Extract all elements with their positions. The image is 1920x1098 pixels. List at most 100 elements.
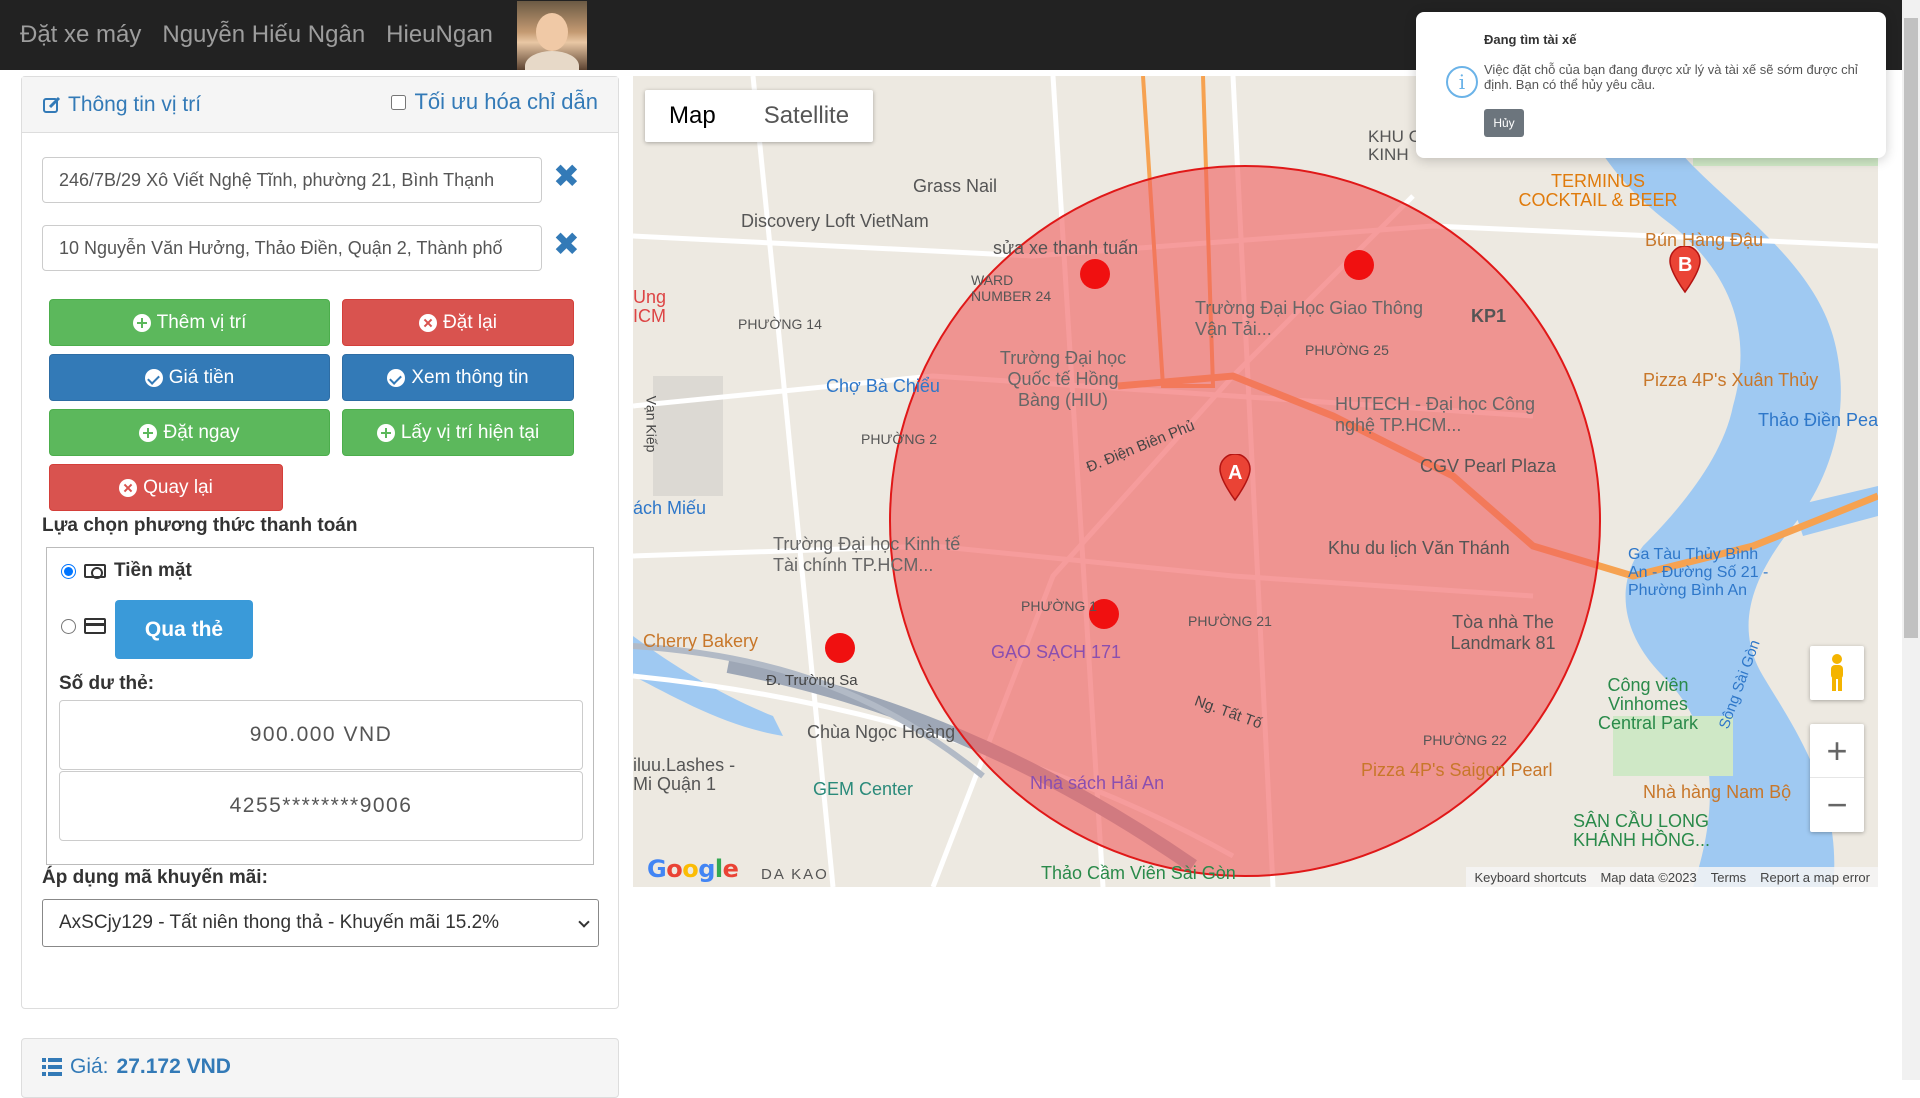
map-type-control: Map Satellite [645,90,874,142]
price-label-text: Giá: [70,1055,109,1078]
view-info-button[interactable]: Xem thông tin [342,354,574,401]
poi-pizza-saigon-pearl[interactable]: Pizza 4P's Saigon Pearl [1361,760,1553,781]
back-button[interactable]: Quay lại [49,464,283,511]
optimize-route-toggle[interactable]: Tối ưu hóa chỉ dẫn [391,89,598,115]
card-payment-button[interactable]: Qua thẻ [115,600,253,659]
poi-sua-xe[interactable]: sửa xe thanh tuấn [993,238,1138,259]
poi-ga-tau-binh-an[interactable]: Ga Tàu Thủy Bình An - Đường Số 21 - Phườ… [1628,546,1778,600]
plus-circle-icon [376,423,395,442]
brand-link[interactable]: Đặt xe máy [20,21,141,49]
poi-landmark[interactable]: Tòa nhà The Landmark 81 [1433,612,1573,654]
poi-thao-cam-vien[interactable]: Thảo Cầm Viên Sài Gòn [1041,863,1236,884]
map-footer: Keyboard shortcuts Map data ©2023 Terms … [1466,867,1878,887]
check-circle-icon [144,368,163,387]
view-info-label: Xem thông tin [411,366,529,388]
card-radio[interactable] [61,618,76,634]
price-value: 27.172 VND [116,1055,231,1078]
poi-discovery-loft[interactable]: Discovery Loft VietNam [741,211,929,232]
check-circle-icon [387,368,406,387]
add-location-button[interactable]: Thêm vị trí [49,299,330,346]
poi-terminus[interactable]: TERMINUS COCKTAIL & BEER [1513,172,1683,210]
poi-cherry-bakery[interactable]: Cherry Bakery [643,631,758,652]
poi-lach-mieu[interactable]: ách Miếu [633,498,706,519]
poi-thao-dien[interactable]: Thảo Điền Pea [1758,410,1878,431]
finding-driver-notification: i Đang tìm tài xế Việc đặt chỗ của bạn đ… [1416,12,1886,158]
current-location-button[interactable]: Lấy vị trí hiện tại [342,409,574,456]
poi-hutech[interactable]: HUTECH - Đại học Công nghệ TP.HCM... [1335,394,1575,436]
cash-option[interactable]: Tiền mặt [61,560,192,582]
scrollbar-thumb[interactable] [1904,18,1918,638]
area-phuong14: PHƯỜNG 14 [738,316,822,332]
notification-title: Đang tìm tài xế [1484,32,1577,47]
list-icon [42,1058,62,1076]
cash-radio[interactable] [61,563,76,579]
poi-cho-ba-chieu[interactable]: Chợ Bà Chiểu [826,376,940,397]
zoom-out-button[interactable]: − [1810,778,1864,832]
poi-cgv[interactable]: CGV Pearl Plaza [1420,456,1556,477]
optimize-route-checkbox[interactable] [391,94,407,110]
card-balance-value: 900.000 VND [59,700,583,770]
poi-nha-sach-hai-an[interactable]: Nhà sách Hải An [1030,773,1164,794]
keyboard-shortcuts-link[interactable]: Keyboard shortcuts [1474,870,1586,885]
area-phuong22: PHƯỜNG 22 [1423,732,1507,748]
location-panel-title-text: Thông tin vị trí [68,92,202,116]
poi-hiu[interactable]: Trường Đại học Quốc tế Hồng Bàng (HIU) [993,348,1133,411]
report-error-link[interactable]: Report a map error [1760,870,1870,885]
map-view[interactable]: A B Grass Nail Discovery Loft VietNam sử… [633,76,1878,887]
cancel-request-button[interactable]: Hủy [1484,109,1524,137]
reset-button[interactable]: Đặt lại [342,299,574,346]
location-panel-heading: Thông tin vị trí Tối ưu hóa chỉ dẫn [22,77,618,133]
zoom-in-button[interactable]: + [1810,724,1864,778]
origin-row: ✖ [42,157,602,203]
area-ward24: WARD NUMBER 24 [971,272,1052,304]
user-name-link[interactable]: Nguyễn Hiếu Ngân [162,21,365,49]
book-now-label: Đặt ngay [163,421,240,443]
poi-gtvt[interactable]: Trường Đại Học Giao Thông Vận Tải... [1195,298,1435,340]
map-canvas [633,76,1878,887]
clear-origin-icon[interactable]: ✖ [553,160,581,192]
origin-address-input[interactable] [42,157,542,203]
poi-van-thanh[interactable]: Khu du lịch Văn Thánh [1328,538,1510,559]
username-link[interactable]: HieuNgan [386,21,493,49]
location-panel-title: Thông tin vị trí [42,93,201,117]
clear-destination-icon[interactable]: ✖ [553,228,581,260]
poi-ktc[interactable]: Trường Đại học Kinh tế Tài chính TP.HCM.… [773,534,973,576]
poi-bun-hang-dau[interactable]: Bún Hàng Đậu [1645,230,1763,251]
poi-chua-ngoc-hoang[interactable]: Chùa Ngọc Hoàng [807,722,955,743]
page-scrollbar[interactable] [1902,0,1920,1080]
price-label: Giá tiền [168,366,235,388]
poi-san-cau-long[interactable]: SÂN CẦU LONG KHÁNH HỒNG... [1573,812,1743,850]
map-type-satellite-button[interactable]: Satellite [740,90,873,142]
poi-nha-hang-nam-bo[interactable]: Nhà hàng Nam Bộ [1643,782,1791,803]
book-now-button[interactable]: Đặt ngay [49,409,330,456]
zoom-control: + − [1810,724,1864,832]
map-type-map-button[interactable]: Map [645,90,740,142]
poi-vinhomes-park[interactable]: Công viên Vinhomes Central Park [1593,676,1703,733]
location-panel: Thông tin vị trí Tối ưu hóa chỉ dẫn ✖ ✖ … [21,76,619,1009]
poi-gao-sach[interactable]: GẠO SẠCH 171 [991,642,1121,663]
avatar[interactable] [516,0,587,70]
poi-pizza-xuan-thuy[interactable]: Pizza 4P's Xuân Thủy [1643,370,1818,391]
edit-icon [43,96,61,113]
poi-lashes[interactable]: iluu.Lashes - Mi Quận 1 [633,756,743,794]
promo-selected-value: AxSCjy129 - Tất niên thong thả - Khuyến … [59,912,500,933]
poi-ung-icm[interactable]: Ung ICM [633,288,673,326]
price-button[interactable]: Giá tiền [49,354,330,401]
remove-circle-icon [419,313,438,332]
poi-grass-nail[interactable]: Grass Nail [913,176,997,197]
pegman-icon[interactable] [1810,646,1864,700]
promo-select[interactable]: AxSCjy129 - Tất niên thong thả - Khuyến … [42,899,599,947]
terms-link[interactable]: Terms [1711,870,1746,885]
map-data-text: Map data ©2023 [1600,869,1697,885]
area-kp1: KP1 [1471,306,1507,326]
add-location-label: Thêm vị trí [156,311,247,333]
destination-address-input[interactable] [42,225,542,271]
marker-b-label: B [1678,254,1693,276]
price-heading: Giá: 27.172 VND [42,1055,598,1079]
poi-gem-center[interactable]: GEM Center [813,779,913,800]
payment-method-label: Lựa chọn phương thức thanh toán [42,515,358,536]
card-number-value: 4255********9006 [59,771,583,841]
back-label: Quay lại [143,476,213,498]
card-balance-label: Số dư thẻ: [59,673,155,694]
card-option[interactable] [61,618,106,634]
